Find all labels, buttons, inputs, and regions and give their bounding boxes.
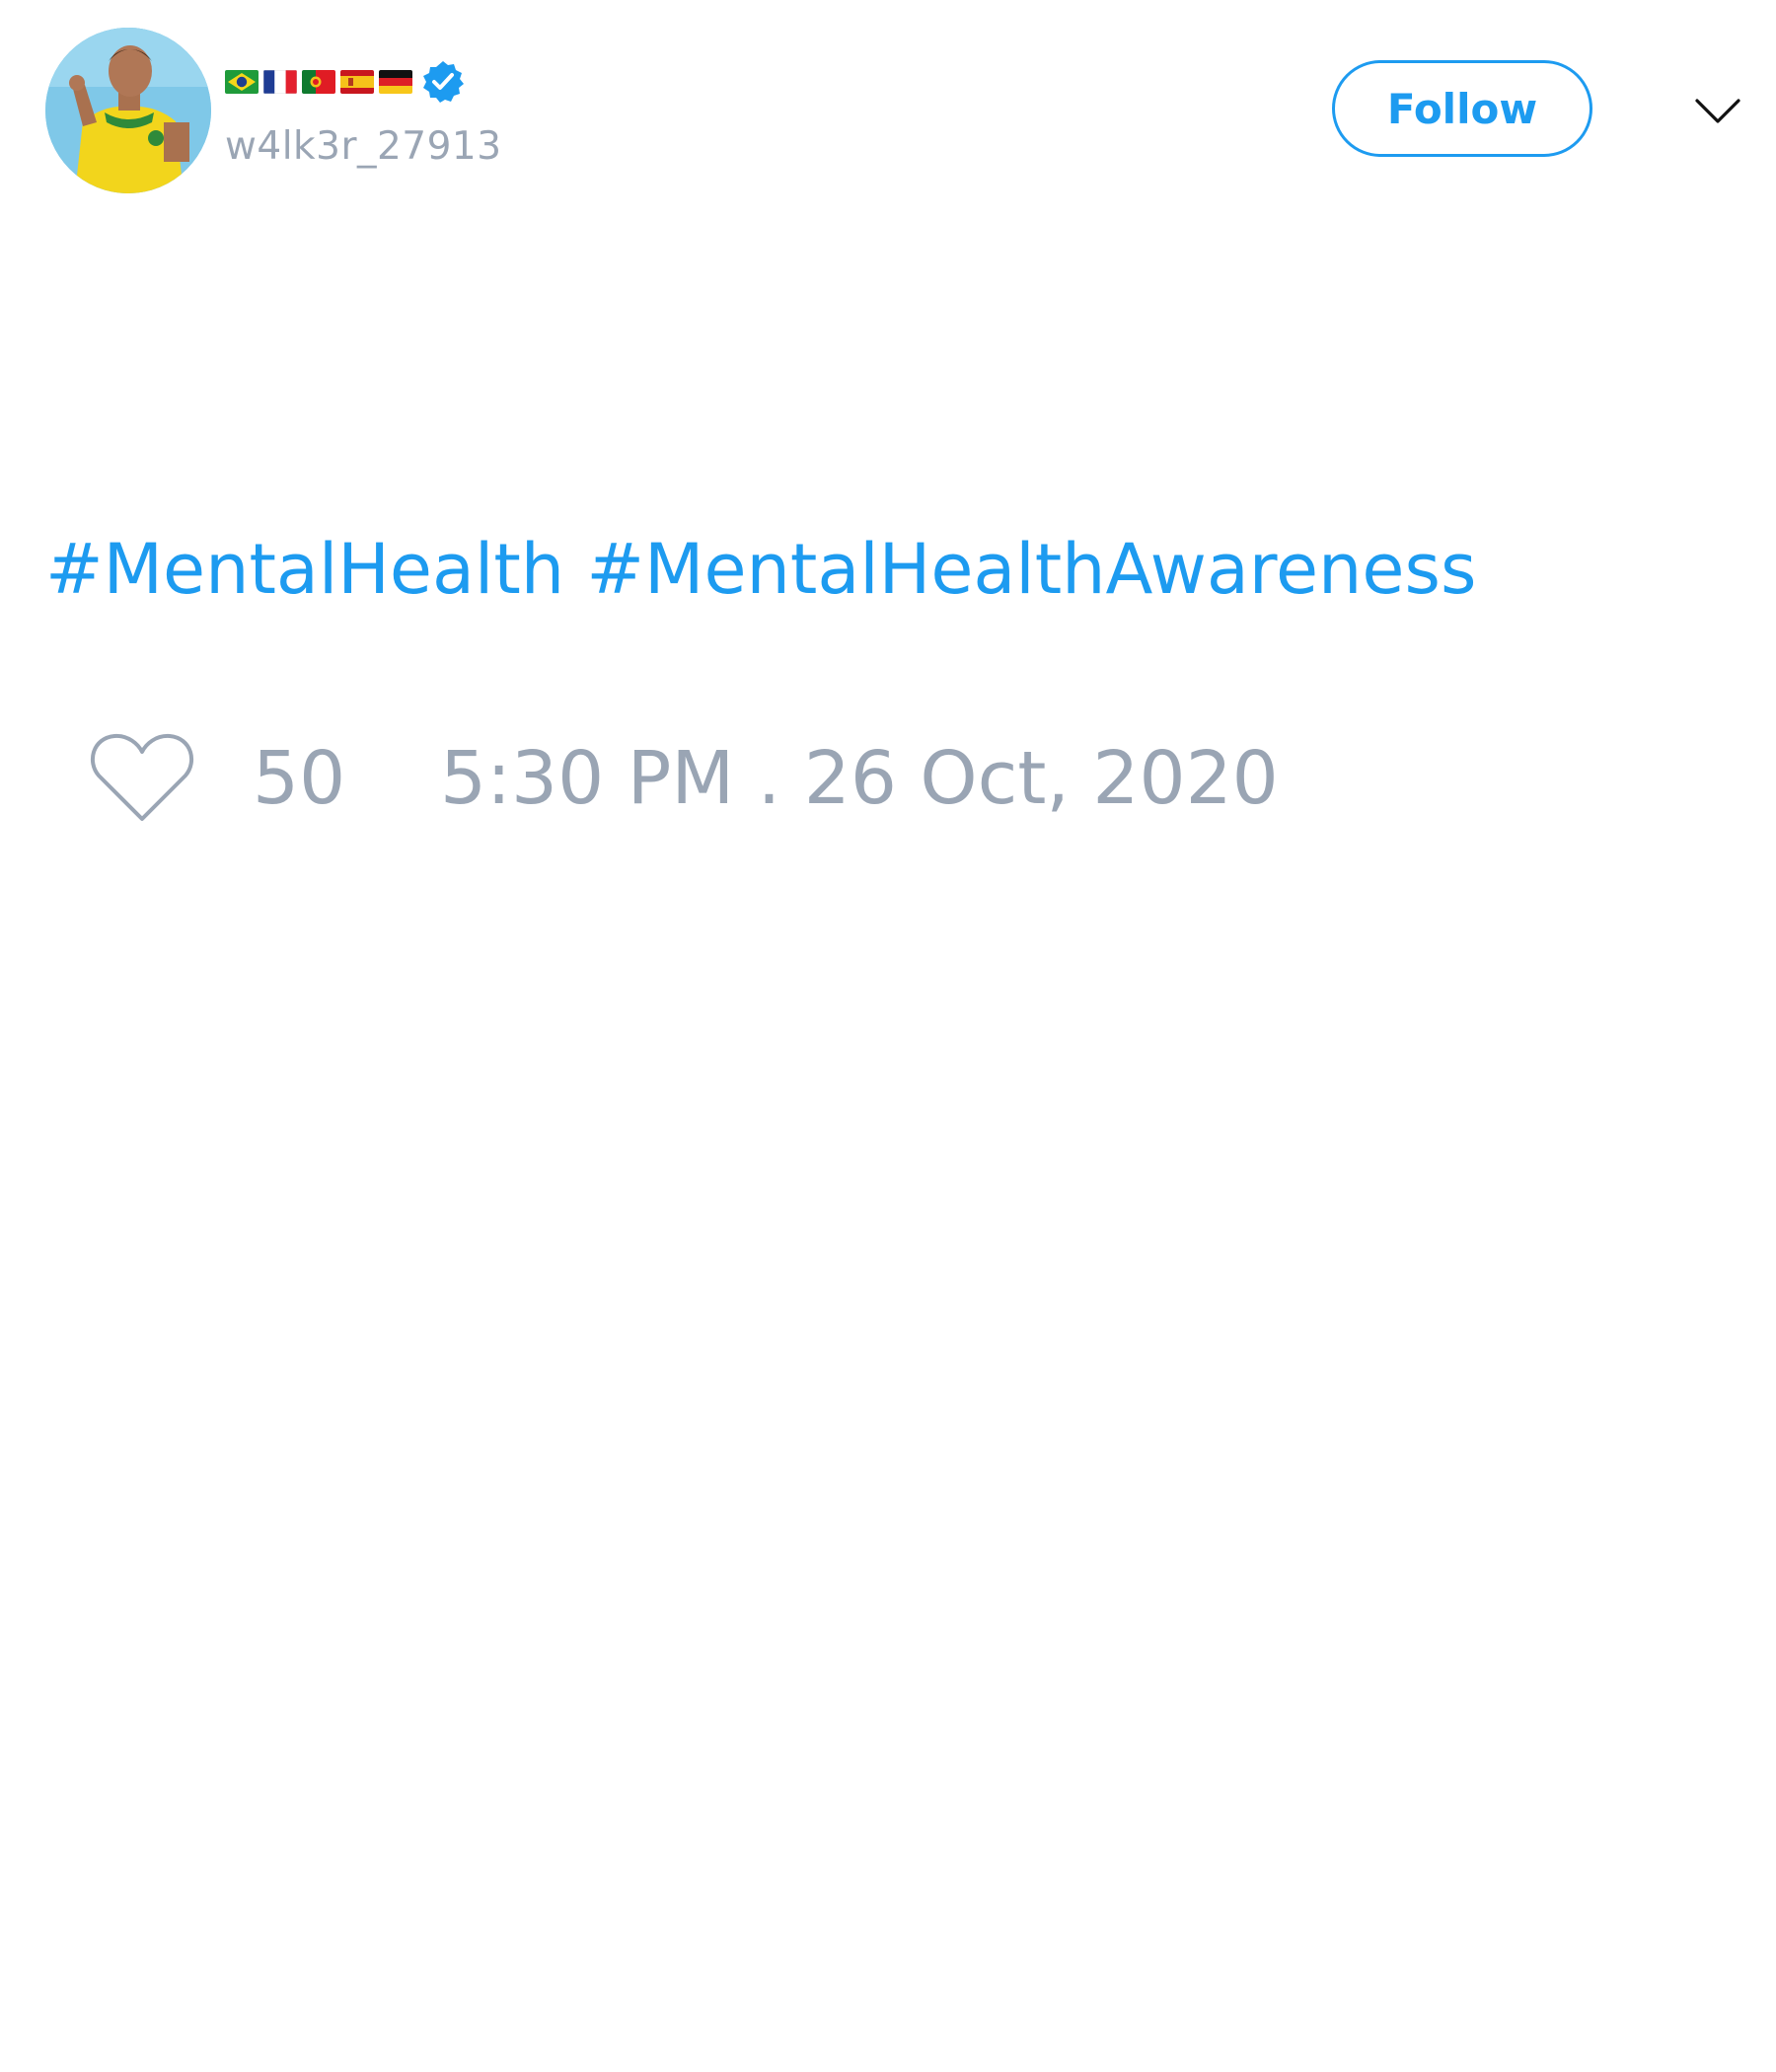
avatar[interactable] <box>45 28 211 193</box>
user-handle[interactable]: w4lk3r_27913 <box>225 124 502 169</box>
flag-spain-icon <box>340 70 374 94</box>
follow-button[interactable]: Follow <box>1332 60 1592 157</box>
tweet-card: w4lk3r_27913 Follow #MentalHealth #Menta… <box>0 0 1776 2072</box>
like-count: 50 <box>253 736 346 821</box>
display-name[interactable] <box>225 57 466 107</box>
flag-france-icon <box>263 70 297 94</box>
verified-badge-icon <box>423 61 464 103</box>
hashtag-link[interactable]: #MentalHealth <box>45 529 564 610</box>
hashtag-link[interactable]: #MentalHealthAwareness <box>586 529 1476 610</box>
flag-list <box>225 70 412 94</box>
avatar-photo <box>45 28 211 193</box>
flag-brazil-icon <box>225 70 259 94</box>
heart-icon[interactable] <box>89 730 195 825</box>
chevron-down-icon[interactable] <box>1693 91 1742 130</box>
tweet-text: #MentalHealth #MentalHealthAwareness <box>45 529 1476 610</box>
tweet-timestamp[interactable]: 5:30 PM . 26 Oct, 2020 <box>440 736 1279 821</box>
flag-portugal-icon <box>302 70 335 94</box>
flag-germany-icon <box>379 70 412 94</box>
